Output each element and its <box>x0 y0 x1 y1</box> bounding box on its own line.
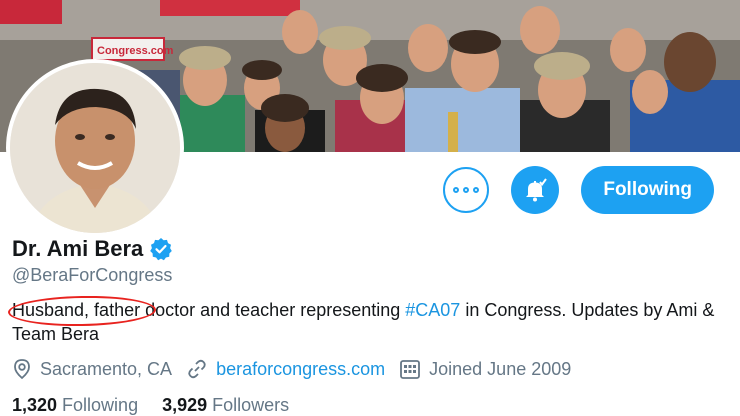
notifications-bell-icon <box>526 178 548 202</box>
more-options-icon <box>453 187 480 193</box>
profile-joined: Joined June 2009 <box>399 358 571 380</box>
bio-text-part1: Husband, father <box>12 300 141 320</box>
followers-stat[interactable]: 3,929 Followers <box>162 395 289 416</box>
joined-date-text: Joined June 2009 <box>429 358 572 379</box>
following-count: 1,320 <box>12 395 58 415</box>
profile-actions: Following <box>443 166 714 214</box>
profile-location: Sacramento, CA <box>12 358 172 380</box>
profile-name: Dr. Ami Bera <box>12 236 144 261</box>
calendar-icon <box>400 360 421 379</box>
bio-hashtag-link[interactable]: #CA07 <box>405 300 460 320</box>
notifications-button[interactable] <box>511 166 560 214</box>
link-icon <box>188 359 206 379</box>
profile-name-row: Dr. Ami Bera <box>12 236 173 262</box>
following-button[interactable]: Following <box>581 166 714 214</box>
following-label: Following <box>62 395 139 415</box>
followers-count: 3,929 <box>162 395 208 415</box>
profile-bio: Husband, father doctor and teacher repre… <box>7 294 732 346</box>
profile-website[interactable]: beraforcongress.com <box>186 358 385 380</box>
profile-avatar[interactable] <box>6 59 184 237</box>
profile-stats: 1,320 Following 3,929 Followers <box>12 395 289 416</box>
avatar-photo <box>10 63 180 233</box>
verified-badge-icon <box>150 238 173 261</box>
location-text: Sacramento, CA <box>40 358 173 379</box>
profile-handle: @BeraForCongress <box>12 265 173 285</box>
following-stat[interactable]: 1,320 Following <box>12 395 138 416</box>
profile-meta: Sacramento, CA beraforcongress.com Joine… <box>12 358 585 380</box>
location-pin-icon <box>14 359 30 380</box>
website-link[interactable]: beraforcongress.com <box>216 359 385 380</box>
followers-label: Followers <box>212 395 290 415</box>
bio-text-part2: doctor and teacher representing <box>140 300 406 320</box>
more-options-button[interactable] <box>443 167 490 213</box>
bio-highlighted-phrase: Husband, father <box>7 294 157 328</box>
banner-sign-text: Congress.com <box>97 45 174 57</box>
